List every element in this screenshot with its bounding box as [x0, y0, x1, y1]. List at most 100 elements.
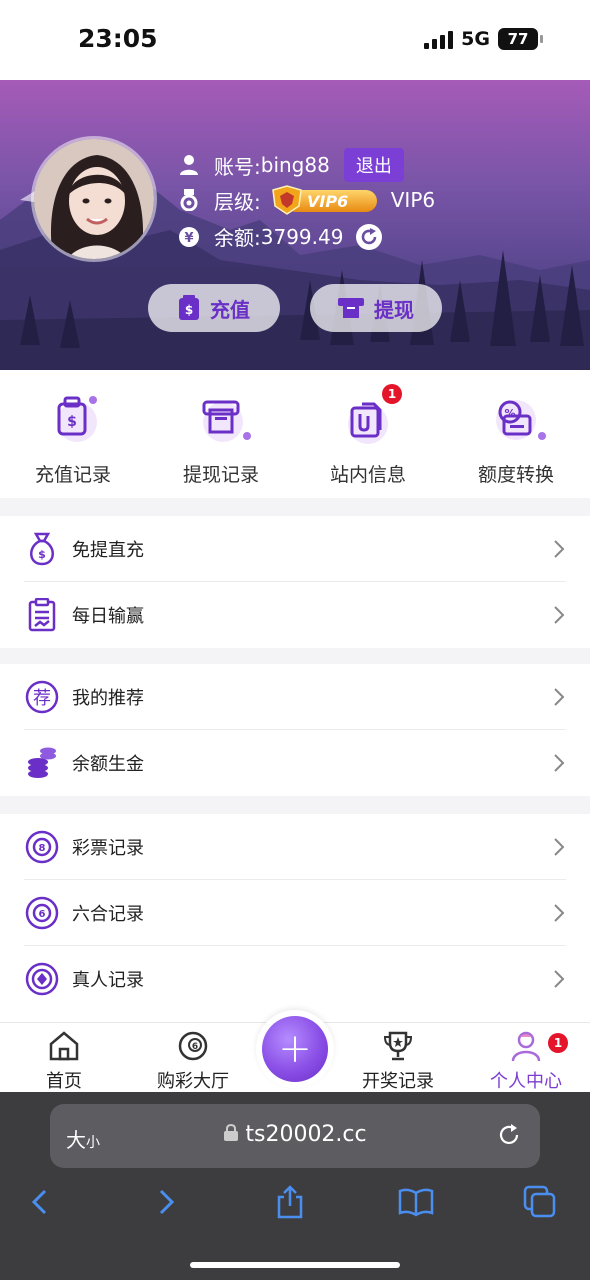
svg-text:¥: ¥ — [184, 231, 193, 246]
chevron-right-icon — [554, 904, 565, 922]
menu-label: 真人记录 — [72, 970, 144, 991]
vip-badge-text: VIP6 — [307, 192, 348, 211]
status-bar: 23:05 5G 77 — [0, 0, 590, 80]
svg-text:%: % — [504, 407, 515, 420]
tab-label: 个人中心 — [490, 1071, 562, 1092]
vip-badge: VIP6 — [271, 184, 379, 216]
withdraw-label: 提现 — [374, 297, 414, 322]
center-add-button[interactable]: + — [256, 1010, 334, 1088]
forward-icon[interactable] — [148, 1184, 184, 1220]
signal-icon — [424, 29, 454, 49]
account-value: bing88 — [260, 153, 330, 177]
tab-home[interactable]: 首页 — [14, 1023, 114, 1093]
chevron-right-icon — [554, 838, 565, 856]
balance-value: 3799.49 — [260, 224, 344, 249]
status-time: 23:05 — [78, 24, 158, 53]
tab-lottery-lobby[interactable]: 6 购彩大厅 — [138, 1023, 248, 1093]
back-icon[interactable] — [22, 1184, 58, 1220]
six-icon: 6 — [24, 895, 60, 931]
chevron-right-icon — [554, 754, 565, 772]
recharge-button[interactable]: $ 充值 — [148, 284, 280, 332]
quick-label: 站内信息 — [329, 464, 406, 486]
address-bar[interactable]: 大小 ts20002.cc — [50, 1104, 540, 1168]
chevron-right-icon — [554, 540, 565, 558]
svg-text:8: 8 — [39, 843, 46, 854]
coins-icon — [24, 745, 60, 781]
svg-text:6: 6 — [39, 909, 46, 920]
menu-group-3: 8 彩票记录 6 六合记录 真人记录 — [0, 814, 590, 1022]
url-text: ts20002.cc — [50, 1122, 540, 1147]
lottery-icon: 8 — [24, 829, 60, 865]
live-casino-icon — [24, 961, 60, 997]
quick-transfer[interactable]: % 额度转换 — [451, 392, 581, 487]
account-label: 账号: — [214, 154, 261, 179]
withdraw-button[interactable]: 提现 — [310, 284, 442, 332]
quick-recharge-record[interactable]: $ 充值记录 — [8, 392, 138, 487]
tabs-icon[interactable] — [522, 1184, 558, 1220]
battery-icon: 77 — [498, 28, 543, 50]
share-icon[interactable] — [272, 1184, 308, 1220]
chevron-right-icon — [554, 606, 565, 624]
recharge-icon: $ — [179, 295, 199, 320]
user-center-icon — [511, 1031, 541, 1062]
avatar[interactable] — [31, 136, 157, 262]
yen-icon: ¥ — [178, 226, 200, 248]
vip-level-text: VIP6 — [390, 188, 436, 212]
menu-label: 彩票记录 — [72, 838, 144, 859]
logout-button[interactable]: 退出 — [343, 148, 404, 182]
menu-label: 余额生金 — [72, 754, 144, 775]
chevron-right-icon — [554, 688, 565, 706]
report-icon — [24, 597, 60, 633]
lock-icon — [224, 1123, 239, 1141]
quick-withdraw-record[interactable]: 提现记录 — [156, 392, 286, 487]
menu-label: 六合记录 — [72, 904, 144, 925]
profile-header: 账号: bing88 退出 层级: VIP6 VIP6 ¥ 余额: 3799.4… — [0, 80, 590, 370]
recharge-record-icon: $ — [43, 392, 103, 452]
transfer-icon: % — [486, 392, 546, 452]
tab-label: 购彩大厅 — [157, 1071, 229, 1092]
menu-item-daily-winloss[interactable]: 每日输赢 — [24, 582, 566, 648]
messages-icon: 1 — [338, 384, 402, 452]
money-bag-icon: $ — [24, 531, 60, 567]
menu-item-six-record[interactable]: 6 六合记录 — [24, 880, 566, 946]
trophy-icon — [383, 1031, 413, 1061]
svg-text:$: $ — [185, 303, 193, 317]
svg-text:$: $ — [38, 548, 46, 561]
reload-icon[interactable] — [496, 1122, 522, 1148]
level-label: 层级: — [214, 189, 261, 214]
account-row: 账号: bing88 退出 — [178, 148, 404, 182]
quick-actions: $ 充值记录 提现记录 1 站内信息 % 额度转换 — [0, 370, 590, 498]
bookmarks-icon[interactable] — [398, 1184, 434, 1220]
browser-toolbar: 大小 ts20002.cc — [0, 1092, 590, 1280]
home-indicator — [190, 1262, 400, 1268]
tab-personal-center[interactable]: 个人中心 1 — [476, 1023, 576, 1093]
menu-item-live-record[interactable]: 真人记录 — [24, 946, 566, 1012]
quick-label: 额度转换 — [477, 464, 554, 486]
menu-label: 每日输赢 — [72, 606, 144, 627]
status-indicators: 5G 77 — [424, 28, 543, 50]
menu-item-my-referral[interactable]: 荐 我的推荐 — [24, 664, 566, 730]
tab-label: 首页 — [46, 1071, 82, 1092]
menu-item-lottery-record[interactable]: 8 彩票记录 — [24, 814, 566, 880]
menu-group-2: 荐 我的推荐 余额生金 — [0, 664, 590, 796]
recharge-label: 充值 — [210, 297, 250, 322]
level-row: 层级: VIP6 VIP6 — [178, 184, 435, 216]
user-icon — [178, 154, 200, 176]
home-icon — [49, 1031, 79, 1061]
refresh-balance-icon[interactable] — [355, 223, 383, 251]
quick-messages[interactable]: 1 站内信息 — [303, 384, 433, 487]
menu-group-1: $ 免提直充 每日输赢 — [0, 516, 590, 648]
quick-label: 充值记录 — [34, 464, 111, 486]
plus-icon: + — [262, 1016, 328, 1082]
menu-item-balance-interest[interactable]: 余额生金 — [24, 730, 566, 796]
tab-draw-results[interactable]: 开奖记录 — [346, 1023, 450, 1093]
chevron-right-icon — [554, 970, 565, 988]
menu-label: 免提直充 — [72, 540, 144, 561]
svg-text:$: $ — [67, 414, 77, 430]
network-type: 5G — [461, 28, 490, 50]
quick-label: 提现记录 — [182, 464, 259, 486]
menu-item-direct-recharge[interactable]: $ 免提直充 — [24, 516, 566, 582]
withdraw-icon — [338, 298, 364, 318]
recommend-icon: 荐 — [24, 679, 60, 715]
svg-text:荐: 荐 — [33, 688, 51, 709]
